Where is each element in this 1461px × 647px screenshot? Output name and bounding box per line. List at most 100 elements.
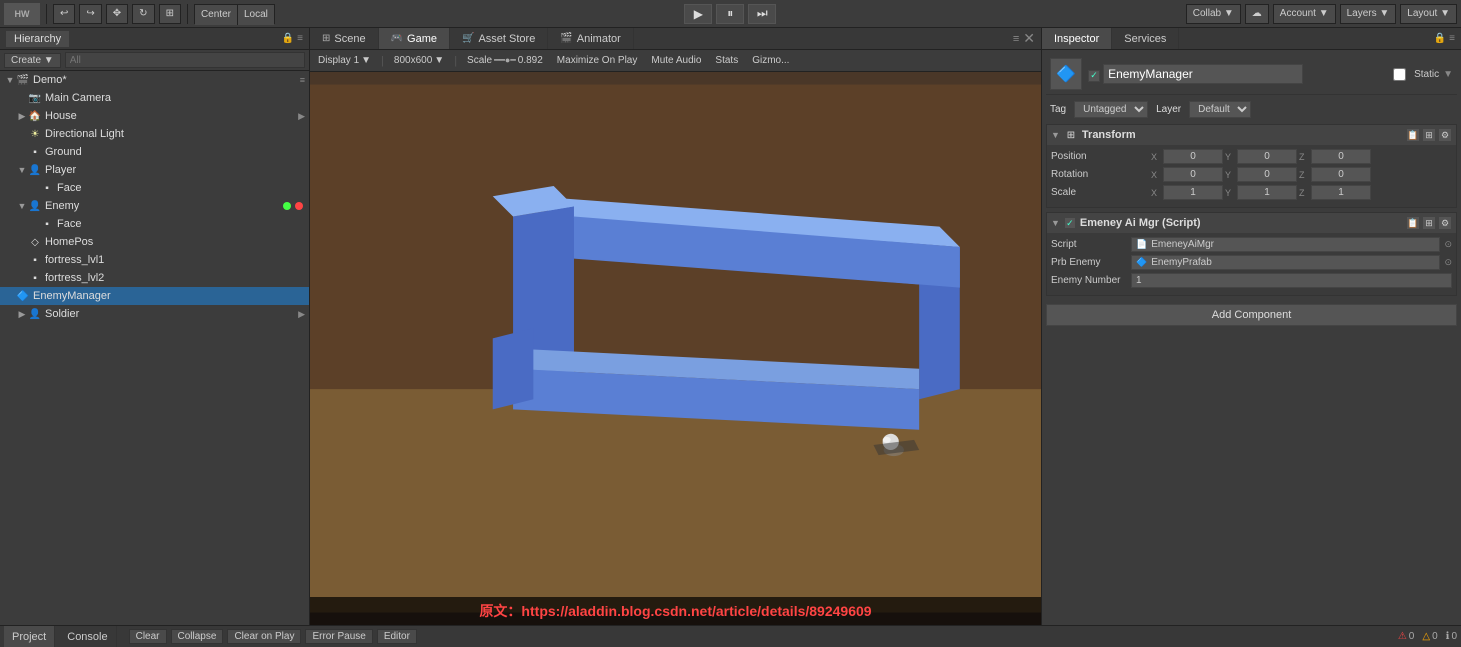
inspector-tabs-bar: Inspector Services 🔒 ≡	[1042, 28, 1461, 50]
transform-paste-btn[interactable]: ⊞	[1422, 128, 1436, 142]
scale-z-input[interactable]	[1311, 185, 1371, 200]
hierarchy-item-fortress1[interactable]: ▪ fortress_lvl1	[0, 251, 309, 269]
hierarchy-item-face-player[interactable]: ▪ Face	[0, 179, 309, 197]
script-paste-btn[interactable]: ⊞	[1422, 216, 1436, 230]
hierarchy-item-fortress2[interactable]: ▪ fortress_lvl2	[0, 269, 309, 287]
inspector-tab[interactable]: Inspector	[1042, 28, 1112, 49]
logo: HW	[4, 3, 40, 25]
center-button[interactable]: Center	[195, 5, 238, 25]
tab-scene[interactable]: ⊞ Scene	[310, 28, 379, 49]
project-tab[interactable]: Project	[4, 626, 55, 647]
transform-fold-icon: ▼	[1051, 130, 1060, 140]
redo-button[interactable]: ↪	[79, 4, 101, 24]
rot-y-input[interactable]	[1237, 167, 1297, 182]
house-label: House	[45, 110, 298, 122]
tab-options-close[interactable]: ✕	[1023, 30, 1035, 47]
transform-settings-btn[interactable]: ⚙	[1438, 128, 1452, 142]
transform-header[interactable]: ▼ ⊞ Transform 📋 ⊞ ⚙	[1047, 125, 1456, 145]
rot-x-field: X	[1151, 167, 1223, 182]
hierarchy-item-directional-light[interactable]: ☀ Directional Light	[0, 125, 309, 143]
layer-select[interactable]: Default	[1189, 101, 1251, 118]
cloud-button[interactable]: ☁	[1245, 4, 1269, 24]
hierarchy-item-enemy-manager[interactable]: 🔷 EnemyManager	[0, 287, 309, 305]
tab-animator[interactable]: 🎬 Animator	[548, 28, 633, 49]
scene-options-icon: ≡	[300, 75, 305, 85]
enemy-number-value[interactable]: 1	[1131, 273, 1452, 288]
transform-move-button[interactable]: ✥	[106, 4, 128, 24]
rot-z-input[interactable]	[1311, 167, 1371, 182]
editor-button[interactable]: Editor	[377, 629, 417, 644]
mute-audio-btn[interactable]: Mute Audio	[647, 54, 705, 67]
script-enabled-checkbox[interactable]: ✓	[1064, 217, 1076, 229]
services-tab[interactable]: Services	[1112, 28, 1179, 49]
scale-x-letter: X	[1151, 188, 1161, 198]
error-pause-button[interactable]: Error Pause	[305, 629, 372, 644]
scene-root[interactable]: ▼ 🎬 Demo* ≡	[0, 71, 309, 89]
script-dot-icon: ⊙	[1444, 239, 1452, 250]
script-row: Script 📄 EmeneyAiMgr ⊙	[1051, 237, 1452, 252]
transform-copy-btn[interactable]: 📋	[1406, 128, 1420, 142]
add-component-button[interactable]: Add Component	[1046, 304, 1457, 326]
layers-dropdown[interactable]: Layers ▼	[1340, 4, 1397, 24]
tab-options-icon[interactable]: ≡	[1013, 33, 1019, 45]
hierarchy-item-soldier[interactable]: ▶ 👤 Soldier ▶	[0, 305, 309, 323]
hierarchy-item-face-enemy[interactable]: ▪ Face	[0, 215, 309, 233]
undo-button[interactable]: ↩	[53, 4, 75, 24]
static-dropdown-icon[interactable]: ▼	[1443, 69, 1453, 80]
display-label: Display 1	[318, 55, 359, 66]
layout-dropdown[interactable]: Layout ▼	[1400, 4, 1457, 24]
tag-label: Tag	[1050, 104, 1066, 115]
stats-btn[interactable]: Stats	[711, 54, 742, 67]
hierarchy-item-main-camera[interactable]: 📷 Main Camera	[0, 89, 309, 107]
enemy-dot-green	[283, 202, 291, 210]
scale-control: Scale ━━●━ 0.892	[463, 54, 547, 67]
local-button[interactable]: Local	[238, 5, 274, 25]
collab-dropdown[interactable]: Collab ▼	[1186, 4, 1241, 24]
static-area: Static ▼	[1393, 68, 1453, 81]
hierarchy-item-player[interactable]: ▼ 👤 Player	[0, 161, 309, 179]
maximize-on-play-btn[interactable]: Maximize On Play	[553, 54, 642, 67]
tab-asset-store[interactable]: 🛒 Asset Store	[450, 28, 548, 49]
scale-slider-icon: ━━●━	[494, 55, 516, 66]
static-checkbox[interactable]	[1393, 68, 1406, 81]
script-copy-btn[interactable]: 📋	[1406, 216, 1420, 230]
pos-x-input[interactable]	[1163, 149, 1223, 164]
collapse-button[interactable]: Collapse	[171, 629, 224, 644]
pause-button[interactable]: ⏸	[716, 4, 744, 24]
hierarchy-search[interactable]	[65, 52, 305, 68]
fortress1-icon: ▪	[28, 253, 42, 267]
scene-label: Demo*	[33, 74, 300, 86]
step-button[interactable]: ⏭	[748, 4, 776, 24]
transform-scale-button[interactable]: ⊞	[159, 4, 181, 24]
tag-select[interactable]: Untagged	[1074, 101, 1148, 118]
script-file-icon: 📄	[1136, 239, 1147, 250]
ground-plane	[310, 389, 1041, 612]
create-button[interactable]: Create ▼	[4, 53, 61, 68]
pos-y-input[interactable]	[1237, 149, 1297, 164]
play-button[interactable]: ▶	[684, 4, 712, 24]
hierarchy-item-enemy[interactable]: ▼ 👤 Enemy	[0, 197, 309, 215]
object-enabled-checkbox[interactable]: ✓	[1088, 70, 1100, 82]
console-tab[interactable]: Console	[59, 626, 116, 647]
hierarchy-item-house[interactable]: ▶ 🏠 House ▶	[0, 107, 309, 125]
hierarchy-item-homepos[interactable]: ◇ HomePos	[0, 233, 309, 251]
inspector-content: 🔷 ✓ Static ▼ Tag Untagged Layer	[1042, 50, 1461, 625]
pos-y-field: Y	[1225, 149, 1297, 164]
clear-button[interactable]: Clear	[129, 629, 167, 644]
resolution-selector[interactable]: 800x600 ▼	[390, 54, 448, 67]
scale-x-input[interactable]	[1163, 185, 1223, 200]
gizmos-btn[interactable]: Gizmo...	[748, 54, 793, 67]
pos-z-input[interactable]	[1311, 149, 1371, 164]
script-header[interactable]: ▼ ✓ Emeney Ai Mgr (Script) 📋 ⊞ ⚙	[1047, 213, 1456, 233]
object-name-field[interactable]	[1103, 64, 1303, 84]
rot-x-input[interactable]	[1163, 167, 1223, 182]
script-settings-btn[interactable]: ⚙	[1438, 216, 1452, 230]
display-selector[interactable]: Display 1 ▼	[314, 54, 375, 67]
clear-on-play-button[interactable]: Clear on Play	[227, 629, 301, 644]
tab-game[interactable]: 🎮 Game	[379, 28, 450, 49]
hierarchy-item-ground[interactable]: ▪ Ground	[0, 143, 309, 161]
scale-y-input[interactable]	[1237, 185, 1297, 200]
account-dropdown[interactable]: Account ▼	[1273, 4, 1336, 24]
transform-rotate-button[interactable]: ↻	[132, 4, 154, 24]
hierarchy-tab[interactable]: Hierarchy	[6, 31, 69, 47]
